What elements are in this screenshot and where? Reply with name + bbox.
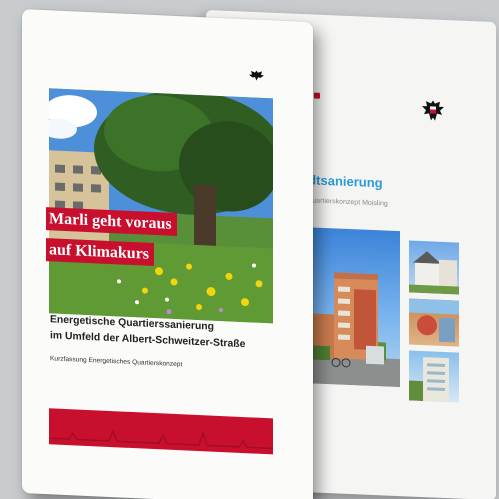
- front-subtitle: Kurzfassung Energetisches Quartierskonze…: [50, 355, 183, 369]
- back-thumb-highrise: [409, 350, 459, 403]
- headline-banner-line-2: auf Klimakurs: [46, 238, 155, 266]
- eagle-crest-icon: [249, 70, 264, 81]
- eagle-crest-icon: [422, 100, 444, 121]
- back-thumb-houses: [409, 240, 459, 295]
- front-red-footer-band: [49, 408, 273, 455]
- back-thumb-mural: [409, 298, 459, 347]
- back-subtitle: n Quartierskonzept Moisling: [301, 196, 388, 208]
- hero-photo: [49, 88, 273, 324]
- back-red-marker: [314, 92, 320, 99]
- back-title: adtsanierung: [301, 171, 383, 191]
- front-brochure: Marli geht voraus auf Klimakurs Energeti…: [22, 9, 313, 499]
- brochure-scene: adtsanierung n Quartierskonzept Moisling: [0, 0, 499, 499]
- back-photo-building: [306, 227, 400, 388]
